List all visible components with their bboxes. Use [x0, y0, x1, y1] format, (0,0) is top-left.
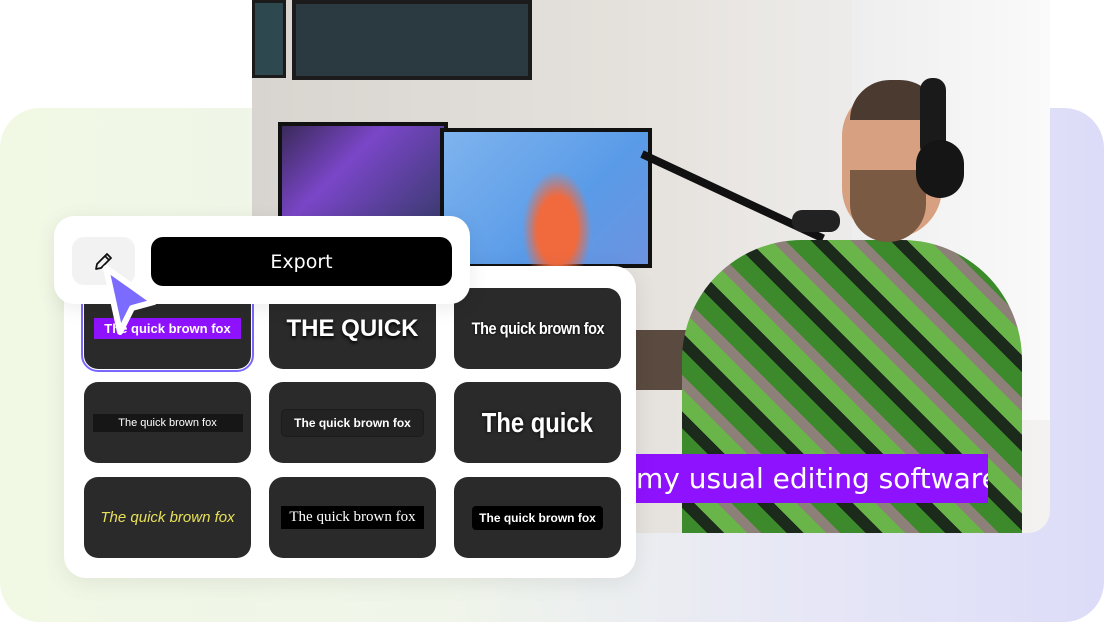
template-tile[interactable]: The quick brown fox	[269, 382, 436, 463]
headphone	[916, 140, 964, 198]
wall-picture	[252, 0, 286, 78]
template-text: The quick	[481, 406, 594, 438]
monitor	[278, 122, 448, 222]
template-tile[interactable]: The quick brown fox	[454, 477, 621, 558]
template-tile[interactable]: The quick brown fox	[454, 288, 621, 369]
wall-picture	[292, 0, 532, 80]
template-text: The quick brown fox	[471, 318, 604, 338]
template-tile[interactable]: The quick brown fox	[84, 382, 251, 463]
video-caption: my usual editing software	[636, 454, 988, 503]
template-text: The quick brown fox	[472, 505, 603, 530]
monitor-figure	[522, 170, 592, 270]
microphone	[792, 210, 840, 232]
template-text: THE QUICK	[286, 314, 419, 342]
export-button[interactable]: Export	[151, 237, 452, 286]
template-text: The quick brown fox	[92, 413, 243, 432]
template-text: The quick brown fox	[100, 509, 235, 526]
template-tile[interactable]: The quick	[454, 382, 621, 463]
template-tile[interactable]: The quick brown fox	[269, 477, 436, 558]
mouse-cursor-icon	[103, 265, 157, 335]
template-tile[interactable]: The quick brown fox	[84, 477, 251, 558]
template-text: The quick brown fox	[281, 506, 424, 529]
template-text: The quick brown fox	[282, 409, 423, 436]
